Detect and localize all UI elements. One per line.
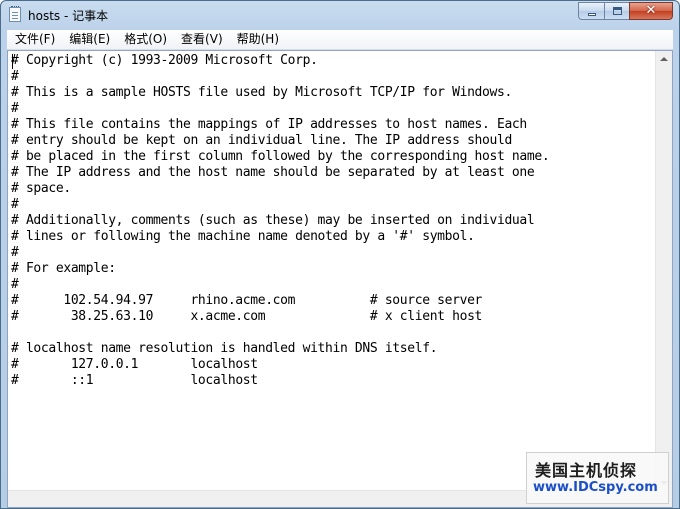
text-line: # This is a sample HOSTS file used by Mi… [11, 85, 512, 100]
document-text: # Copyright (c) 1993-2009 Microsoft Corp… [8, 51, 656, 389]
watermark-logo: 美国主机侦探 www.IDCspy.com [526, 452, 669, 504]
text-line: # [11, 245, 19, 260]
menu-view[interactable]: 查看(V) [174, 30, 230, 49]
maximize-icon [613, 7, 622, 15]
menu-format[interactable]: 格式(O) [117, 30, 174, 49]
arrow-up-icon [660, 57, 668, 61]
minimize-icon [588, 13, 596, 16]
text-line: # Copyright (c) 1993-2009 Microsoft Corp… [11, 53, 318, 68]
watermark-url: www.IDCspy.com [533, 480, 658, 495]
scroll-up-button[interactable] [656, 51, 672, 68]
close-icon: ✕ [645, 3, 657, 18]
text-line: # 102.54.94.97 rhino.acme.com # source s… [11, 293, 483, 308]
close-button[interactable]: ✕ [629, 2, 673, 20]
text-line: # localhost name resolution is handled w… [11, 341, 438, 356]
editor-frame: # Copyright (c) 1993-2009 Microsoft Corp… [7, 50, 673, 508]
notepad-window: hosts - 记事本 ✕ 文件(F) 编辑(E) 格式(O) 查看(V) 帮助… [0, 0, 680, 509]
menu-edit[interactable]: 编辑(E) [62, 30, 117, 49]
menu-file[interactable]: 文件(F) [7, 30, 62, 49]
window-title: hosts - 记事本 [28, 9, 109, 23]
text-line: # [11, 277, 19, 292]
text-line: # 38.25.63.10 x.acme.com # x client host [11, 309, 483, 324]
text-line: # ::1 localhost [11, 373, 258, 388]
text-line: # entry should be kept on an individual … [11, 133, 512, 148]
text-line: # Additionally, comments (such as these)… [11, 213, 535, 228]
menu-bar: 文件(F) 编辑(E) 格式(O) 查看(V) 帮助(H) [7, 30, 673, 50]
caption-buttons: ✕ [578, 2, 673, 21]
text-line: # space. [11, 181, 71, 196]
text-line: # The IP address and the host name shoul… [11, 165, 535, 180]
menu-help[interactable]: 帮助(H) [230, 30, 286, 49]
minimize-button[interactable] [578, 2, 604, 20]
text-line: # [11, 197, 19, 212]
notepad-icon[interactable] [9, 6, 21, 22]
maximize-button[interactable] [604, 2, 629, 20]
vertical-scrollbar[interactable] [655, 51, 672, 491]
text-line: # lines or following the machine name de… [11, 229, 475, 244]
title-bar[interactable]: hosts - 记事本 ✕ [1, 1, 679, 29]
text-editor[interactable]: # Copyright (c) 1993-2009 Microsoft Corp… [8, 51, 656, 491]
text-line: # This file contains the mappings of IP … [11, 117, 527, 132]
text-line: # [11, 69, 19, 84]
text-line: # be placed in the first column followed… [11, 149, 550, 164]
text-line: # For example: [11, 261, 116, 276]
text-line: # [11, 101, 19, 116]
watermark-name: 美国主机侦探 [535, 461, 638, 480]
text-caret [12, 54, 13, 69]
text-line: # 127.0.0.1 localhost [11, 357, 258, 372]
